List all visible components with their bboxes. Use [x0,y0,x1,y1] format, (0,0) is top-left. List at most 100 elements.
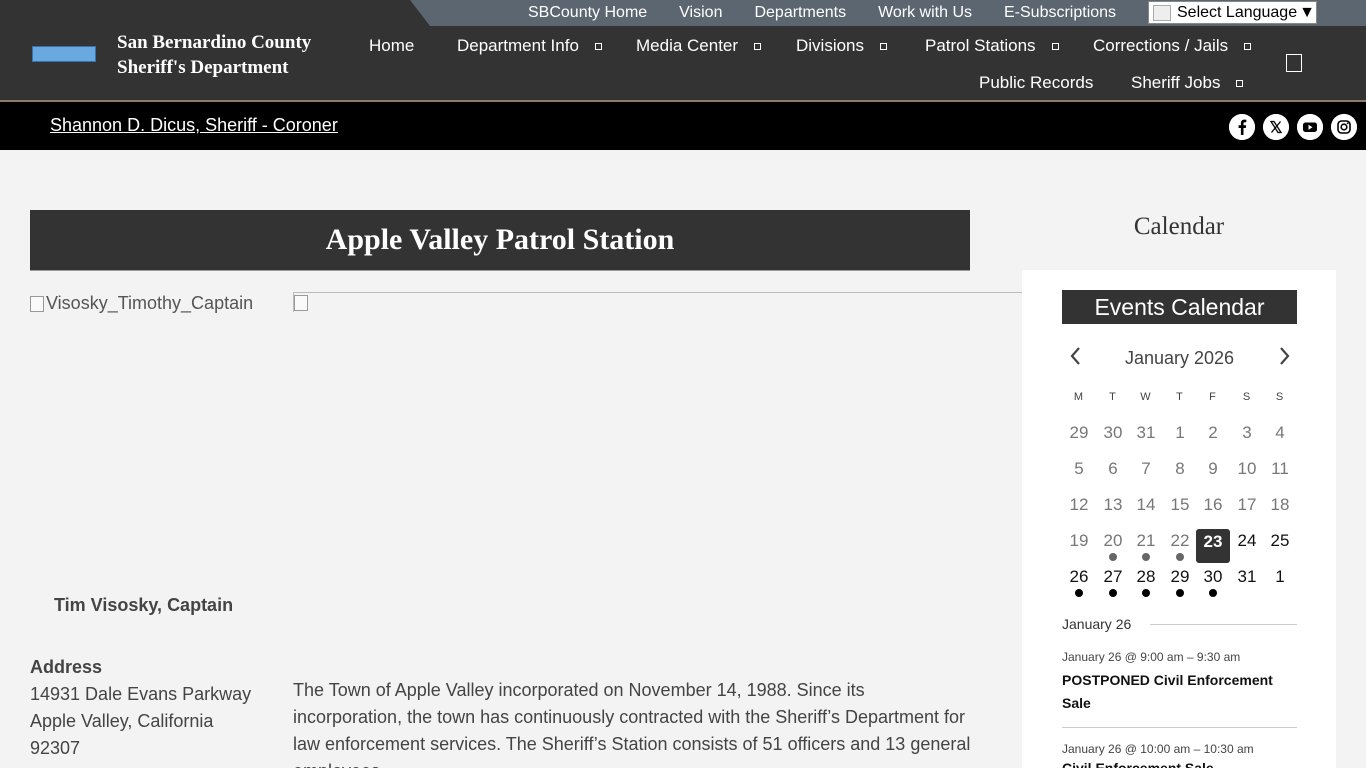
sheriff-logo[interactable] [32,46,96,62]
calendar-day-number: 31 [1237,567,1257,586]
nav-public-records[interactable]: Public Records [979,73,1093,93]
calendar-day-number: 21 [1136,531,1156,550]
calendar-day[interactable]: 3 [1230,420,1264,454]
nav-divisions[interactable]: Divisions [796,36,888,56]
calendar-day[interactable]: 15 [1163,492,1197,526]
event-time: January 26 @ 10:00 am – 10:30 am [1062,742,1254,756]
station-photo [293,292,1063,312]
captain-photo-alt: Visosky_Timothy_Captain [46,293,254,313]
calendar-day-number: 27 [1103,567,1123,586]
calendar-day-number: 24 [1237,531,1257,550]
calendar-day-number: 5 [1074,459,1084,478]
menu-toggle-icon[interactable] [1286,54,1302,72]
submenu-icon [880,42,888,50]
event-title-link[interactable]: Civil Enforcement Sale [1062,760,1214,768]
calendar-day[interactable]: 17 [1230,492,1264,526]
nav-corrections-jails[interactable]: Corrections / Jails [1093,36,1252,56]
link-work-with-us[interactable]: Work with Us [878,4,972,22]
calendar-day[interactable]: 12 [1062,492,1096,526]
event-indicator-dot [1075,589,1083,597]
site-brand[interactable]: San Bernardino County Sheriff's Departme… [117,30,311,80]
events-calendar-title: Events Calendar [1062,290,1297,324]
calendar-day[interactable]: 2 [1196,420,1230,454]
link-e-subscriptions[interactable]: E-Subscriptions [1004,4,1116,22]
nav-media-center[interactable]: Media Center [636,36,762,56]
event-indicator-dot [1176,589,1184,597]
calendar-day-number: 13 [1103,495,1123,514]
calendar-day-number: 6 [1108,459,1118,478]
calendar-day-number: 22 [1170,531,1190,550]
facebook-icon[interactable] [1229,114,1255,140]
nav-home[interactable]: Home [369,36,414,56]
calendar-day[interactable]: 8 [1163,456,1197,490]
calendar-day[interactable]: 14 [1129,492,1163,526]
submenu-icon [1051,42,1059,50]
calendar-day-number: 30 [1203,567,1223,586]
calendar-day[interactable]: 10 [1230,456,1264,490]
calendar-day[interactable]: 25 [1263,528,1297,562]
calendar-day-number: 1 [1175,423,1185,442]
link-vision[interactable]: Vision [679,4,722,22]
calendar-day[interactable]: 6 [1096,456,1130,490]
brand-line-2: Sheriff's Department [117,57,289,78]
nav-divisions-label: Divisions [796,36,865,55]
link-departments[interactable]: Departments [754,4,846,22]
page-title: Apple Valley Patrol Station [325,223,675,256]
calendar-day[interactable]: 24 [1230,528,1264,562]
calendar-day[interactable]: 13 [1096,492,1130,526]
utility-bar: SBCounty Home Vision Departments Work wi… [0,0,1366,26]
calendar-day[interactable]: 18 [1263,492,1297,526]
calendar-day[interactable]: 11 [1263,456,1297,490]
youtube-icon[interactable] [1297,114,1323,140]
weekday-label: S [1275,391,1284,403]
calendar-day[interactable]: 4 [1263,420,1297,454]
calendar-day[interactable]: 7 [1129,456,1163,490]
nav-department-info[interactable]: Department Info [457,36,602,56]
calendar-day[interactable]: 1 [1263,564,1297,598]
calendar-day[interactable]: 29 [1062,420,1096,454]
calendar-day[interactable]: 31 [1129,420,1163,454]
calendar-day-number: 18 [1270,495,1290,514]
calendar-day[interactable]: 30 [1096,420,1130,454]
link-sbcounty-home[interactable]: SBCounty Home [528,4,647,22]
calendar-day[interactable]: 1 [1163,420,1197,454]
language-select[interactable]: Select Language ▼ [1148,1,1317,24]
broken-image-icon [294,295,308,311]
calendar-day[interactable]: 27 [1096,564,1130,598]
broken-image-icon [30,295,44,312]
nav-patrol-stations[interactable]: Patrol Stations [925,36,1059,56]
calendar-day-today[interactable]: 23 [1196,529,1230,563]
calendar-day[interactable]: 22 [1163,528,1197,562]
instagram-icon[interactable] [1331,114,1357,140]
language-select-label: Select Language [1177,3,1298,21]
divider [1062,727,1297,728]
calendar-day-number: 10 [1237,459,1257,478]
calendar-day[interactable]: 16 [1196,492,1230,526]
event-indicator-dot [1209,589,1217,597]
nav-sheriff-jobs[interactable]: Sheriff Jobs [1131,73,1244,93]
calendar-day[interactable]: 30 [1196,564,1230,598]
calendar-day[interactable]: 5 [1062,456,1096,490]
calendar-day[interactable]: 28 [1129,564,1163,598]
nav-department-info-label: Department Info [457,36,579,55]
calendar-day[interactable]: 19 [1062,528,1096,562]
weekday-label: F [1209,391,1216,403]
calendar-day-number: 2 [1208,423,1218,442]
calendar-day[interactable]: 31 [1230,564,1264,598]
event-title-link[interactable]: POSTPONED Civil Enforcement Sale [1062,669,1297,715]
calendar-day-number: 31 [1136,423,1156,442]
x-icon[interactable] [1263,114,1289,140]
address-line-2: Apple Valley, California [30,711,214,731]
calendar-day[interactable]: 29 [1163,564,1197,598]
calendar-day[interactable]: 26 [1062,564,1096,598]
weekday-label: T [1109,391,1116,403]
calendar-day[interactable]: 9 [1196,456,1230,490]
sheriff-coroner-link[interactable]: Shannon D. Dicus, Sheriff - Coroner [50,115,338,136]
next-month-icon[interactable] [1278,345,1292,373]
calendar-day[interactable]: 21 [1129,528,1163,562]
captain-photo: Visosky_Timothy_Captain [30,293,253,314]
calendar-day[interactable]: 20 [1096,528,1130,562]
calendar-day-number: 9 [1208,459,1218,478]
divider [1150,624,1297,625]
calendar-day-number: 3 [1242,423,1252,442]
